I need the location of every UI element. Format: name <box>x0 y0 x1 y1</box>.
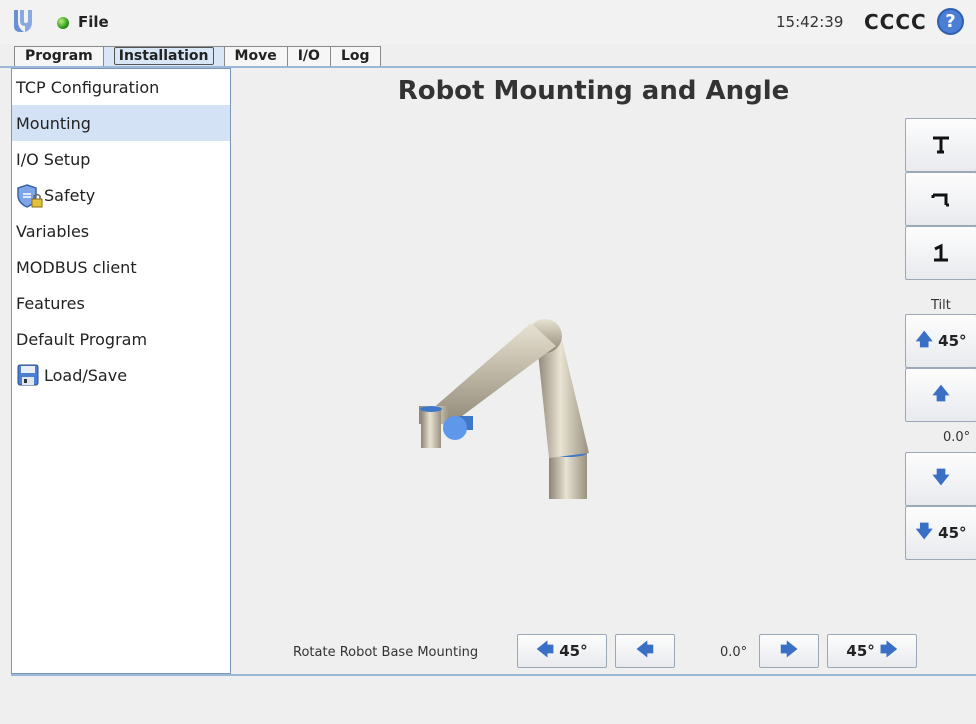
sidebar-item-tcp-configuration[interactable]: TCP Configuration <box>12 69 230 105</box>
clock: 15:42:39 <box>776 13 844 31</box>
mounting-panel: Robot Mounting and Angle Tilt 🡅 45° 🡅 0.… <box>231 68 976 674</box>
sidebar-item-label: I/O Setup <box>16 149 91 169</box>
rotate-right-button[interactable]: 🡆 <box>759 634 819 668</box>
button-label: 45° <box>938 332 967 350</box>
tilt-value: 0.0° <box>943 430 971 445</box>
arrow-right-icon: 🡆 <box>780 639 798 660</box>
button-label: 45° <box>846 642 875 660</box>
orientation-wall-button[interactable] <box>905 172 976 226</box>
sidebar-item-label: Load/Save <box>44 365 128 385</box>
sidebar-item-label: TCP Configuration <box>16 77 160 97</box>
universal-robots-logo <box>14 10 32 32</box>
page-title-text: Robot Mounting and Angle <box>397 76 790 106</box>
sidebar-item-label: MODBUS client <box>16 257 137 277</box>
orientation-ceiling-button[interactable] <box>905 226 976 280</box>
rotate-left-button[interactable]: 🡄 <box>615 634 675 668</box>
rotate-left-45-button[interactable]: 🡄 45° <box>517 634 607 668</box>
tab-log[interactable]: Log <box>329 46 381 67</box>
rotate-label: Rotate Robot Base Mounting <box>293 645 479 660</box>
tab-io[interactable]: I/O <box>286 46 331 67</box>
tilt-down-45-button[interactable]: 🡇 45° <box>905 506 976 560</box>
tab-label: Log <box>340 48 370 64</box>
tab-move[interactable]: Move <box>223 46 288 67</box>
tab-installation[interactable]: Installation <box>102 46 225 67</box>
sidebar-item-load-save[interactable]: Load/Save <box>12 357 230 393</box>
sidebar-item-variables[interactable]: Variables <box>12 213 230 249</box>
tilt-label: Tilt <box>931 298 951 313</box>
mount-floor-icon <box>933 136 949 154</box>
help-icon[interactable]: ? <box>937 8 964 35</box>
installation-sidebar: TCP Configuration Mounting I/O Setup Saf… <box>11 68 231 674</box>
sidebar-item-modbus-client[interactable]: MODBUS client <box>12 249 230 285</box>
page-title: Robot Mounting and Angle <box>231 76 976 106</box>
tilt-up-button[interactable]: 🡅 <box>905 368 976 422</box>
sidebar-item-label: Safety <box>44 185 96 205</box>
tab-program[interactable]: Program <box>14 46 104 67</box>
sidebar-item-safety[interactable]: Safety <box>12 177 230 213</box>
sidebar-item-label: Mounting <box>16 113 91 133</box>
main-tabs: Program Installation Move I/O Log <box>14 46 381 67</box>
button-label: 45° <box>938 524 967 542</box>
sidebar-item-io-setup[interactable]: I/O Setup <box>12 141 230 177</box>
rotate-value: 0.0° <box>720 645 748 660</box>
sidebar-item-label: Features <box>16 293 85 313</box>
top-bar: File 15:42:39 CCCC ? <box>0 0 976 44</box>
file-menu[interactable]: File <box>78 13 109 31</box>
arrow-up-icon: 🡅 <box>932 383 950 404</box>
arrow-left-icon: 🡄 <box>636 639 654 660</box>
tilt-up-45-button[interactable]: 🡅 45° <box>905 314 976 368</box>
arrow-left-icon: 🡄 <box>536 639 554 660</box>
sidebar-item-mounting[interactable]: Mounting <box>12 105 230 141</box>
robot-name: CCCC <box>864 10 927 34</box>
arrow-down-icon: 🡇 <box>915 521 933 542</box>
floppy-disk-icon <box>16 363 40 387</box>
tab-label: Installation <box>113 47 214 65</box>
sidebar-item-default-program[interactable]: Default Program <box>12 321 230 357</box>
robot-3d-view[interactable] <box>351 248 651 528</box>
sidebar-item-features[interactable]: Features <box>12 285 230 321</box>
footer-divider <box>11 674 976 676</box>
tab-label: I/O <box>297 48 320 64</box>
mount-wall-icon <box>931 193 949 207</box>
mount-ceiling-icon <box>934 243 948 262</box>
sidebar-item-label: Default Program <box>16 329 148 349</box>
rotate-right-45-button[interactable]: 45° 🡆 <box>827 634 917 668</box>
orientation-floor-button[interactable] <box>905 118 976 172</box>
sidebar-item-label: Variables <box>16 221 90 241</box>
arrow-down-icon: 🡇 <box>932 467 950 488</box>
robot-status-icon[interactable] <box>57 17 69 29</box>
shield-lock-icon <box>16 183 43 208</box>
arrow-right-icon: 🡆 <box>880 639 898 660</box>
tab-label: Program <box>25 48 93 64</box>
tab-label: Move <box>234 48 277 64</box>
button-label: 45° <box>559 642 588 660</box>
arrow-up-icon: 🡅 <box>915 329 933 350</box>
tilt-down-button[interactable]: 🡇 <box>905 452 976 506</box>
